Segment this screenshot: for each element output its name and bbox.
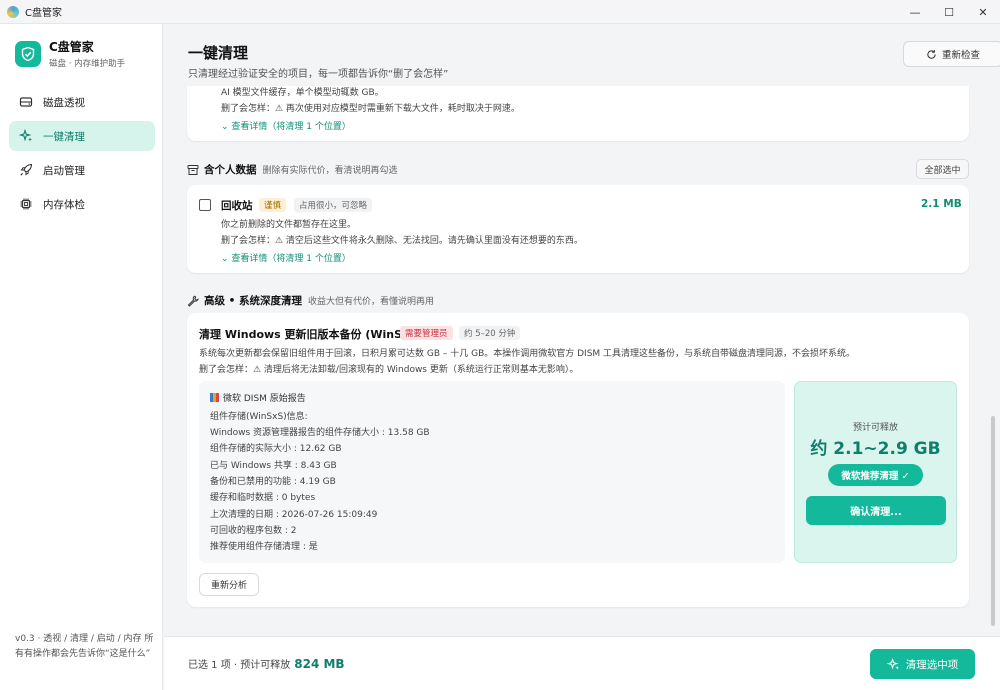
- close-button[interactable]: ✕: [966, 0, 1000, 24]
- recheck-label: 重新检查: [941, 50, 980, 61]
- item-description: AI 模型文件缓存，单个模型动辄数 GB。: [221, 88, 384, 98]
- view-details-link[interactable]: ⌄ 查看详情（将清理 1 个位置）: [221, 119, 351, 132]
- item-name: 清理 Windows 更新旧版本备份 (WinSxS): [199, 328, 423, 341]
- window-title: C盘管家: [25, 8, 62, 19]
- archive-icon: [187, 164, 199, 175]
- report-line: 备份和已禁用的功能 : 4.19 GB: [210, 477, 336, 487]
- report-line: 组件存储(WinSxS)信息:: [210, 412, 308, 422]
- recycle-bin-card: 回收站 谨慎 占用很小，可忽略 2.1 MB 你之前删除的文件都暂存在这里。 删…: [187, 185, 969, 273]
- release-label: 预计可释放: [852, 423, 898, 433]
- item-consequence: 删了会怎样：⚠ 清空后这些文件将永久删除、无法找回。请先确认里面没有还想要的东西…: [221, 236, 583, 246]
- duration-badge: 约 5–20 分钟: [459, 326, 521, 340]
- scrollbar[interactable]: [991, 416, 995, 626]
- item-name: 回收站: [221, 200, 253, 212]
- minimize-button[interactable]: —: [898, 0, 932, 24]
- section-title: 含个人数据: [204, 164, 257, 176]
- maximize-button[interactable]: ☐: [932, 0, 966, 24]
- app-icon: [7, 5, 19, 18]
- bottom-action-bar: 已选 1 项 · 预计可释放 824 MB 清理选中项: [164, 636, 1000, 690]
- sidebar-item-startup[interactable]: 启动管理: [9, 155, 155, 185]
- view-details-link[interactable]: ⌄ 查看详情（将清理 1 个位置）: [221, 251, 351, 264]
- report-line: 推荐使用组件存储清理 : 是: [210, 542, 318, 552]
- release-estimate-panel: 预计可释放 约 2.1~2.9 GB 微软推荐清理 ✓ 确认清理...: [794, 381, 957, 563]
- caution-badge: 谨慎: [259, 198, 287, 212]
- item-consequence: 删了会怎样：⚠ 再次使用对应模型时需重新下载大文件，耗时取决于网速。: [221, 104, 520, 114]
- page-title: 一键清理: [188, 44, 249, 62]
- report-line: Windows 资源管理器报告的组件存储大小 : 13.58 GB: [210, 428, 430, 438]
- chip-icon: [20, 198, 32, 210]
- reanalyze-button[interactable]: 重新分析: [199, 573, 259, 596]
- brand-subtitle: 磁盘 · 内存维护助手: [49, 59, 126, 69]
- cleanup-list[interactable]: AI 模型文件缓存，单个模型动辄数 GB。 删了会怎样：⚠ 再次使用对应模型时需…: [164, 86, 1000, 636]
- brand-name: C盘管家: [49, 40, 94, 54]
- report-title: 微软 DISM 原始报告: [210, 391, 306, 404]
- sidebar-item-memory[interactable]: 内存体检: [9, 189, 155, 219]
- shield-check-icon: [15, 40, 41, 67]
- dism-report-panel: 微软 DISM 原始报告 组件存储(WinSxS)信息: Windows 资源管…: [199, 381, 785, 563]
- chart-icon: [210, 393, 219, 402]
- window-controls: — ☐ ✕: [898, 0, 1000, 24]
- section-note: 删除有实际代价，看清说明再勾选: [262, 166, 398, 176]
- report-line: 组件存储的实际大小 : 12.62 GB: [210, 444, 342, 454]
- personal-data-section-header: 含个人数据 删除有实际代价，看清说明再勾选: [187, 162, 398, 177]
- admin-required-badge: 需要管理员: [400, 326, 453, 340]
- sparkle-icon: [19, 129, 32, 142]
- version-footer: v0.3 · 透视 / 清理 / 启动 / 内存 所有有操作都会先告诉你“这是什…: [15, 634, 154, 659]
- clean-selected-button[interactable]: 清理选中项: [870, 649, 975, 679]
- item-size: 2.1 MB: [921, 198, 962, 210]
- cache-item-card: AI 模型文件缓存，单个模型动辄数 GB。 删了会怎样：⚠ 再次使用对应模型时需…: [187, 86, 969, 141]
- page-subtitle: 只清理经过验证安全的项目，每一项都告诉你“删了会怎样”: [188, 69, 449, 80]
- sidebar-item-disk[interactable]: 磁盘透视: [9, 87, 155, 117]
- title-bar: C盘管家 — ☐ ✕: [0, 0, 1000, 24]
- sidebar-item-label: 启动管理: [43, 164, 85, 177]
- recommended-badge: 微软推荐清理 ✓: [828, 464, 923, 486]
- sparkle-icon: [886, 657, 899, 670]
- report-line: 上次清理的日期 : 2026-07-26 15:09:49: [210, 510, 378, 520]
- sidebar: C盘管家 磁盘 · 内存维护助手 磁盘透视 一键清理 启动管理 内存体检 v0.…: [0, 24, 163, 690]
- winsxs-cleanup-card: 清理 Windows 更新旧版本备份 (WinSxS) 需要管理员 约 5–20…: [187, 313, 969, 607]
- clean-selected-label: 清理选中项: [905, 658, 959, 671]
- release-amount: 824 MB: [294, 657, 345, 671]
- brand: C盘管家 磁盘 · 内存维护助手: [15, 38, 125, 69]
- recycle-bin-checkbox[interactable]: [199, 199, 211, 211]
- wrench-icon: [187, 295, 199, 307]
- rocket-icon: [20, 163, 33, 176]
- sidebar-nav: 磁盘透视 一键清理 启动管理 内存体检: [9, 87, 155, 223]
- sidebar-item-label: 磁盘透视: [43, 96, 85, 109]
- select-all-button[interactable]: 全部选中: [916, 159, 969, 179]
- sidebar-item-label: 内存体检: [43, 198, 85, 211]
- size-note-badge: 占用很小，可忽略: [294, 198, 373, 212]
- main-content: 一键清理 只清理经过验证安全的项目，每一项都告诉你“删了会怎样” 重新检查 AI…: [164, 24, 1000, 636]
- item-description: 你之前删除的文件都暂存在这里。: [221, 220, 357, 230]
- item-consequence: 删了会怎样：⚠ 清理后将无法卸载/回滚现有的 Windows 更新（系统运行正常…: [199, 365, 579, 375]
- disk-icon: [19, 97, 33, 107]
- confirm-clean-button[interactable]: 确认清理...: [806, 496, 946, 525]
- release-value: 约 2.1~2.9 GB: [810, 439, 941, 459]
- sidebar-item-clean[interactable]: 一键清理: [9, 121, 155, 151]
- advanced-section-header: 高级 • 系统深度清理 收益大但有代价，看懂说明再用: [187, 293, 434, 308]
- sidebar-item-label: 一键清理: [43, 130, 85, 143]
- summary-text: 已选 1 项 · 预计可释放: [188, 660, 291, 671]
- recheck-button[interactable]: 重新检查: [903, 41, 1000, 67]
- item-description: 系统每次更新都会保留旧组件用于回滚，日积月累可达数 GB – 十几 GB。本操作…: [199, 349, 856, 359]
- report-line: 可回收的程序包数 : 2: [210, 526, 297, 536]
- section-note: 收益大但有代价，看懂说明再用: [308, 297, 435, 307]
- selection-summary: 已选 1 项 · 预计可释放 824 MB: [188, 656, 345, 671]
- report-line: 已与 Windows 共享 : 8.43 GB: [210, 461, 337, 471]
- section-title: 高级 • 系统深度清理: [204, 295, 303, 307]
- report-line: 缓存和临时数据 : 0 bytes: [210, 493, 316, 503]
- refresh-icon: [927, 49, 936, 59]
